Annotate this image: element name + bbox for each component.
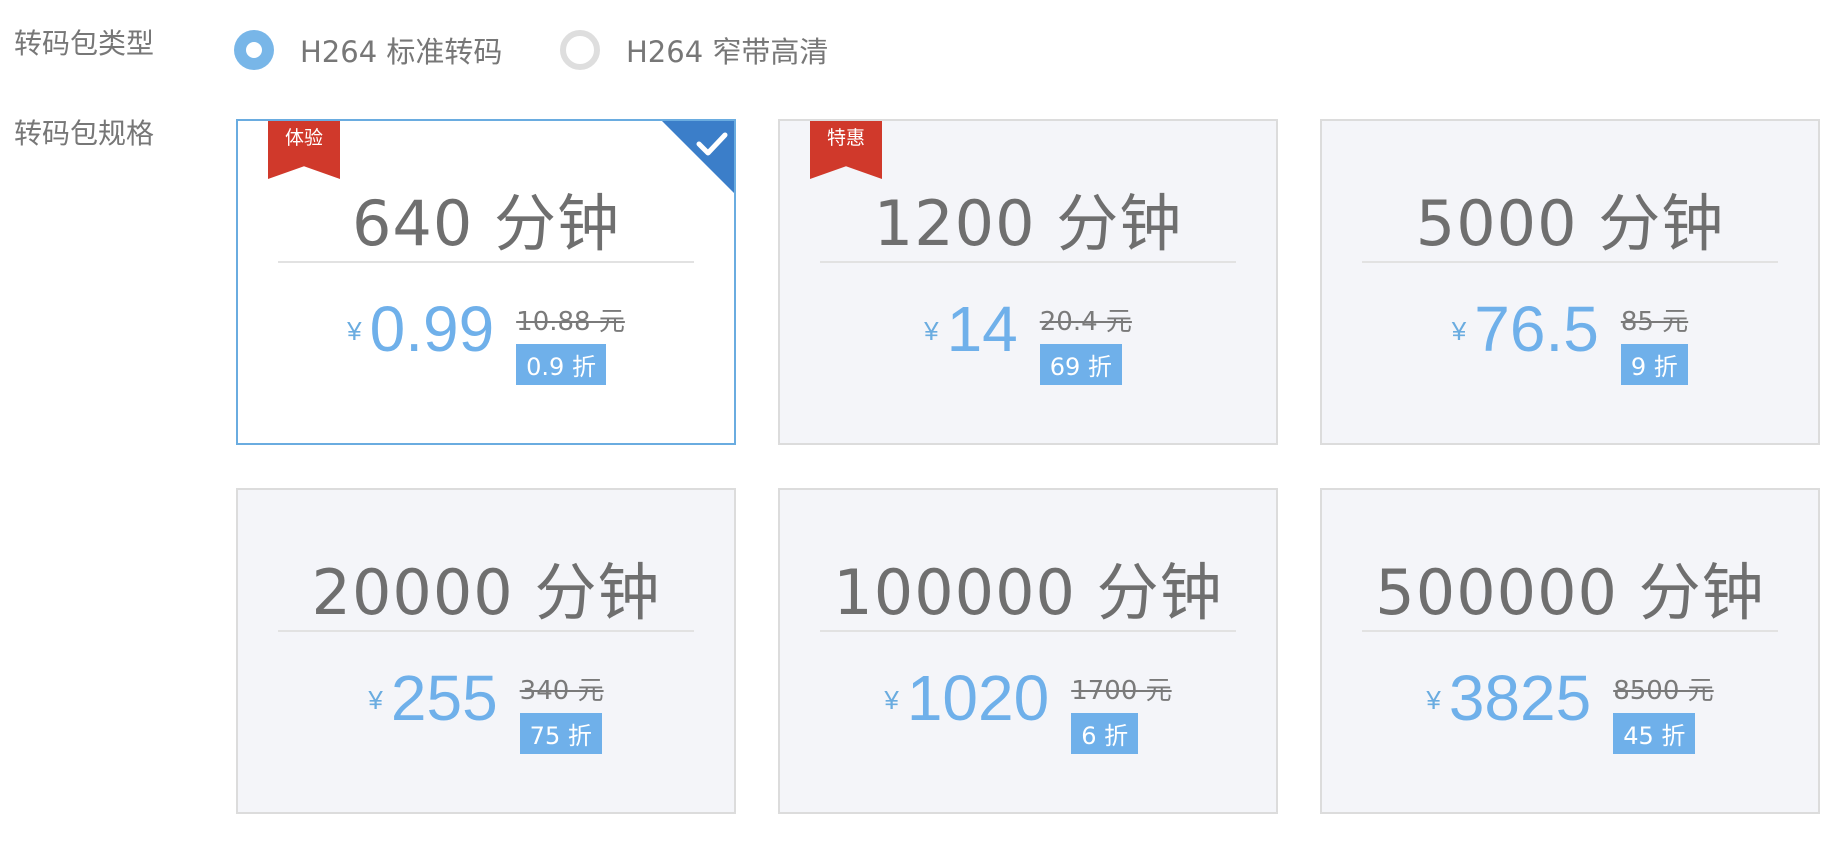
discount-badge: 45 折 xyxy=(1613,713,1696,754)
original-price: 8500 元 xyxy=(1613,676,1714,706)
discount-badge: 69 折 xyxy=(1039,344,1122,385)
currency-symbol: ¥ xyxy=(1426,685,1441,715)
discount-badge: 6 折 xyxy=(1071,713,1139,754)
package-minutes: 5000 分钟 xyxy=(1415,187,1725,260)
package-card-5000[interactable]: 5000 分钟 ¥ 76.5 85 元 9 折 xyxy=(1320,119,1820,445)
package-price: 76.5 xyxy=(1474,293,1599,365)
original-price: 10.88 元 xyxy=(516,307,625,337)
badge-special: 特惠 xyxy=(810,121,882,179)
package-price: 14 xyxy=(946,293,1018,365)
divider xyxy=(1362,630,1778,632)
type-row-label: 转码包类型 xyxy=(14,27,155,60)
currency-symbol: ¥ xyxy=(924,316,939,346)
divider xyxy=(278,630,694,632)
package-price: 0.99 xyxy=(369,293,495,365)
discount-badge: 0.9 折 xyxy=(516,344,606,385)
package-minutes: 1200 分钟 xyxy=(873,187,1183,260)
package-minutes: 640 分钟 xyxy=(351,187,621,260)
package-card-1200[interactable]: 特惠 1200 分钟 ¥ 14 20.4 元 69 折 xyxy=(778,119,1278,445)
radio-label: H264 窄带高清 xyxy=(626,35,829,69)
divider xyxy=(1362,261,1778,263)
radio-h264-narrowband[interactable]: H264 窄带高清 xyxy=(560,28,828,72)
radio-unselected-icon xyxy=(560,30,600,70)
spec-row-label: 转码包规格 xyxy=(14,117,155,150)
currency-symbol: ¥ xyxy=(347,316,362,346)
divider xyxy=(278,261,694,263)
original-price: 340 元 xyxy=(519,676,604,706)
package-card-20000[interactable]: 20000 分钟 ¥ 255 340 元 75 折 xyxy=(236,488,736,814)
discount-badge: 75 折 xyxy=(519,713,602,754)
radio-label: H264 标准转码 xyxy=(300,35,503,69)
divider xyxy=(820,261,1236,263)
package-card-640[interactable]: 体验 640 分钟 ¥ 0.99 10.88 元 0.9 折 xyxy=(236,119,736,445)
package-price: 3825 xyxy=(1448,662,1592,734)
radio-selected-icon xyxy=(234,30,274,70)
original-price: 85 元 xyxy=(1620,307,1689,337)
currency-symbol: ¥ xyxy=(1451,316,1467,346)
radio-h264-standard[interactable]: H264 标准转码 xyxy=(234,28,502,72)
package-card-500000[interactable]: 500000 分钟 ¥ 3825 8500 元 45 折 xyxy=(1320,488,1820,814)
currency-symbol: ¥ xyxy=(884,685,899,715)
discount-badge: 9 折 xyxy=(1620,344,1688,385)
package-price: 1020 xyxy=(906,662,1050,734)
package-card-100000[interactable]: 100000 分钟 ¥ 1020 1700 元 6 折 xyxy=(778,488,1278,814)
package-minutes: 20000 分钟 xyxy=(311,556,661,629)
original-price: 20.4 元 xyxy=(1039,307,1132,337)
package-minutes: 100000 分钟 xyxy=(833,556,1223,629)
original-price: 1700 元 xyxy=(1071,676,1172,706)
package-price: 255 xyxy=(390,662,498,734)
package-minutes: 500000 分钟 xyxy=(1375,556,1765,629)
badge-trial: 体验 xyxy=(268,121,340,179)
currency-symbol: ¥ xyxy=(368,685,383,715)
divider xyxy=(820,630,1236,632)
